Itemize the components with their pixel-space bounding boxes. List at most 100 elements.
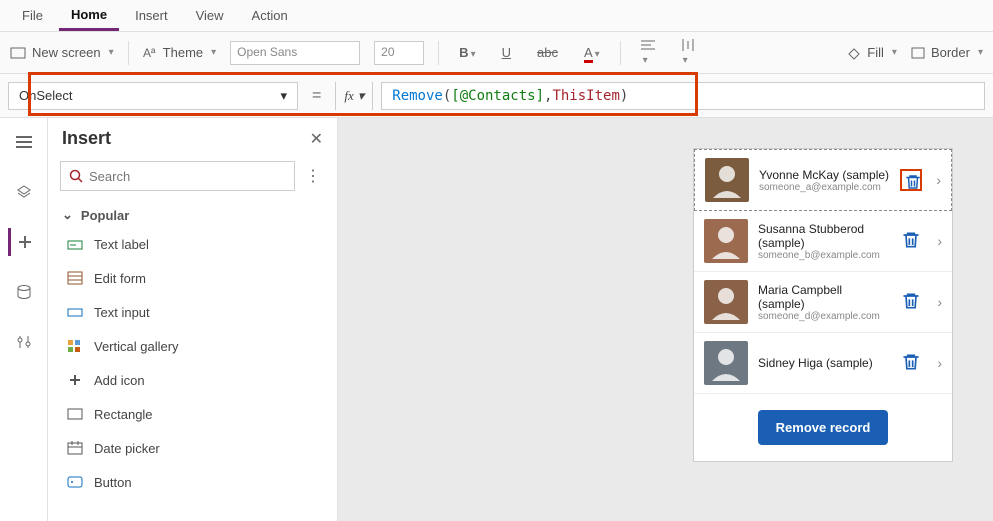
item-icon xyxy=(66,371,84,389)
delete-icon[interactable] xyxy=(901,352,923,374)
menu-view[interactable]: View xyxy=(184,2,236,29)
align-icon xyxy=(641,39,655,51)
border-icon xyxy=(911,47,925,59)
property-select[interactable]: OnSelect▾ xyxy=(8,82,298,110)
item-label: Vertical gallery xyxy=(94,339,179,354)
theme-icon: Aª xyxy=(143,46,157,60)
insert-item[interactable]: Edit form xyxy=(48,261,337,295)
svg-text:Aª: Aª xyxy=(143,46,156,60)
workspace: Insert ✕ ⋮ ⌄ Popular Text label Edit form… xyxy=(0,118,993,521)
canvas[interactable]: Yvonne McKay (sample)someone_a@example.c… xyxy=(338,118,993,521)
border-button[interactable]: Border▾ xyxy=(911,45,983,60)
screen-icon xyxy=(10,47,26,59)
font-color-button[interactable]: A▾ xyxy=(578,41,606,64)
theme-button[interactable]: Aª Theme▾ xyxy=(143,45,217,60)
contact-row[interactable]: Sidney Higa (sample) › xyxy=(694,333,952,394)
delete-icon[interactable] xyxy=(901,291,923,313)
contact-name: Maria Campbell (sample) xyxy=(758,283,891,311)
insert-item[interactable]: Vertical gallery xyxy=(48,329,337,363)
item-icon xyxy=(66,269,84,287)
equals-sign: = xyxy=(306,87,327,105)
font-family-select[interactable]: Open Sans xyxy=(230,41,360,65)
delete-icon-selected[interactable] xyxy=(900,169,922,191)
left-rail xyxy=(0,118,48,521)
insert-item[interactable]: Add icon xyxy=(48,363,337,397)
formula-bar: OnSelect▾ = fx▾ Remove( [@Contacts], Thi… xyxy=(0,74,993,118)
contact-name: Sidney Higa (sample) xyxy=(758,356,891,370)
font-size-select[interactable]: 20 xyxy=(374,41,424,65)
contact-info: Yvonne McKay (sample)someone_a@example.c… xyxy=(759,168,890,193)
gallery-contacts[interactable]: Yvonne McKay (sample)someone_a@example.c… xyxy=(693,148,953,462)
avatar xyxy=(705,158,749,202)
menu-insert[interactable]: Insert xyxy=(123,2,180,29)
item-icon xyxy=(66,235,84,253)
ribbon: New screen▾ Aª Theme▾ Open Sans 20 B▾ U … xyxy=(0,32,993,74)
close-panel-icon[interactable]: ✕ xyxy=(310,129,323,149)
chevron-down-icon: ⌄ xyxy=(62,207,73,223)
chevron-right-icon[interactable]: › xyxy=(937,355,942,371)
section-popular[interactable]: ⌄ Popular xyxy=(48,197,337,227)
fill-button[interactable]: Fill▾ xyxy=(847,45,897,60)
rail-data[interactable] xyxy=(10,278,38,306)
more-icon[interactable]: ⋮ xyxy=(301,162,325,190)
insert-item[interactable]: Text input xyxy=(48,295,337,329)
item-label: Add icon xyxy=(94,373,145,388)
item-label: Rectangle xyxy=(94,407,153,422)
avatar xyxy=(704,219,748,263)
contact-info: Susanna Stubberod (sample)someone_b@exam… xyxy=(758,222,891,261)
menu-home[interactable]: Home xyxy=(59,1,119,31)
rail-settings[interactable] xyxy=(10,328,38,356)
chevron-right-icon[interactable]: › xyxy=(936,172,941,188)
rail-layers[interactable] xyxy=(10,178,38,206)
search-box[interactable] xyxy=(60,161,295,191)
new-screen-button[interactable]: New screen▾ xyxy=(10,45,114,60)
contact-email: someone_a@example.com xyxy=(759,182,890,193)
contact-info: Sidney Higa (sample) xyxy=(758,356,891,370)
valign-button[interactable]: ▾ xyxy=(675,35,701,70)
align-button[interactable]: ▾ xyxy=(635,35,661,70)
underline-button[interactable]: U xyxy=(496,41,517,64)
delete-icon[interactable] xyxy=(901,230,923,252)
avatar xyxy=(704,280,748,324)
item-icon xyxy=(66,337,84,355)
item-label: Text input xyxy=(94,305,150,320)
formula-input[interactable]: Remove( [@Contacts], ThisItem ) xyxy=(381,82,985,110)
remove-record-button[interactable]: Remove record xyxy=(758,410,889,445)
contact-name: Susanna Stubberod (sample) xyxy=(758,222,891,250)
item-icon xyxy=(66,303,84,321)
search-input[interactable] xyxy=(89,169,286,184)
rail-insert[interactable] xyxy=(8,228,36,256)
strike-button[interactable]: abc xyxy=(531,41,564,64)
menu-file[interactable]: File xyxy=(10,2,55,29)
item-icon xyxy=(66,473,84,491)
contact-row[interactable]: Yvonne McKay (sample)someone_a@example.c… xyxy=(694,149,952,211)
bucket-icon xyxy=(847,46,861,60)
item-label: Button xyxy=(94,475,132,490)
insert-panel-title: Insert xyxy=(62,128,111,149)
item-label: Text label xyxy=(94,237,149,252)
insert-item[interactable]: Date picker xyxy=(48,431,337,465)
rail-tree-view[interactable] xyxy=(10,128,38,156)
chevron-right-icon[interactable]: › xyxy=(937,233,942,249)
item-label: Edit form xyxy=(94,271,146,286)
menu-action[interactable]: Action xyxy=(240,2,300,29)
insert-item[interactable]: Rectangle xyxy=(48,397,337,431)
contact-row[interactable]: Maria Campbell (sample)someone_d@example… xyxy=(694,272,952,333)
item-icon xyxy=(66,405,84,423)
valign-icon xyxy=(681,39,695,51)
insert-item[interactable]: Text label xyxy=(48,227,337,261)
insert-item[interactable]: Button xyxy=(48,465,337,499)
contact-email: someone_b@example.com xyxy=(758,250,891,261)
menu-bar: File Home Insert View Action xyxy=(0,0,993,32)
item-label: Date picker xyxy=(94,441,160,456)
chevron-right-icon[interactable]: › xyxy=(937,294,942,310)
contact-name: Yvonne McKay (sample) xyxy=(759,168,890,182)
contact-row[interactable]: Susanna Stubberod (sample)someone_b@exam… xyxy=(694,211,952,272)
contact-email: someone_d@example.com xyxy=(758,311,891,322)
avatar xyxy=(704,341,748,385)
fx-button[interactable]: fx▾ xyxy=(335,82,373,110)
bold-button[interactable]: B▾ xyxy=(453,41,481,64)
item-icon xyxy=(66,439,84,457)
search-icon xyxy=(69,169,83,183)
contact-info: Maria Campbell (sample)someone_d@example… xyxy=(758,283,891,322)
